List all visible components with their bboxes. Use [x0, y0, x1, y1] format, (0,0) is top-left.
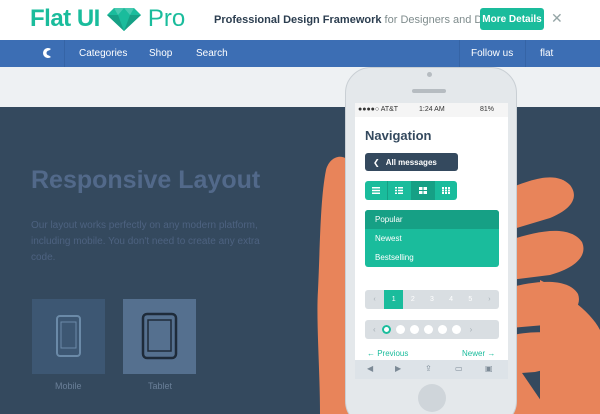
brand-logo-icon[interactable] — [40, 46, 54, 60]
nav-divider — [459, 40, 460, 67]
pagination-page-2[interactable]: 2 — [403, 290, 422, 309]
menu-item-popular[interactable]: Popular — [365, 210, 499, 229]
menu-item-newest[interactable]: Newest — [365, 229, 499, 248]
nav-follow-us[interactable]: Follow us — [471, 48, 513, 59]
top-banner: Flat UI Pro Professional Design Framewor… — [0, 0, 600, 40]
view-list-detail-button[interactable] — [388, 181, 412, 200]
nav-divider — [525, 40, 526, 67]
home-button[interactable] — [418, 384, 446, 412]
close-icon[interactable]: ✕ — [551, 10, 563, 27]
logo-flat-text: Flat UI — [30, 5, 100, 32]
battery-level: 81% — [480, 106, 495, 113]
pagination-prev[interactable]: ‹ — [365, 290, 384, 309]
pagination-next[interactable]: › — [480, 290, 499, 309]
navigation-heading: Navigation — [365, 128, 432, 143]
pagination: ‹ 1 2 3 4 5 › — [365, 290, 499, 309]
view-grid-small-button[interactable] — [435, 181, 457, 200]
nav-search[interactable]: Search — [196, 48, 228, 59]
status-time: 1:24 AM — [419, 106, 445, 113]
newer-link[interactable]: Newer → — [462, 349, 495, 358]
menu-item-bestselling[interactable]: Bestselling — [365, 248, 499, 267]
all-messages-button[interactable]: ❮ All messages — [365, 153, 458, 171]
pagination-page-3[interactable]: 3 — [422, 290, 441, 309]
nav-flat[interactable]: flat — [540, 48, 553, 59]
camera-dot — [427, 72, 432, 77]
nav-menu: Popular Newest Bestselling — [365, 210, 499, 267]
pagination-page-5[interactable]: 5 — [461, 290, 480, 309]
status-bar: ●●●●○ AT&T 1:24 AM 81% — [355, 103, 508, 117]
speaker-grille — [412, 89, 446, 93]
nav-shop[interactable]: Shop — [149, 48, 172, 59]
dot-page[interactable] — [423, 325, 433, 334]
nav-divider — [64, 40, 65, 67]
list-icon — [372, 187, 381, 194]
hero-description: Our layout works perfectly on any modern… — [31, 220, 260, 263]
diamond-icon — [106, 8, 141, 31]
carrier-signal: ●●●●○ AT&T — [358, 106, 399, 113]
pagination-page-1[interactable]: 1 — [384, 290, 404, 309]
list-detail-icon — [395, 187, 404, 194]
chevron-left-icon: ❮ — [373, 157, 380, 167]
dot-page[interactable] — [381, 325, 391, 334]
phone-screen: ●●●●○ AT&T 1:24 AM 81% Navigation ❮ All … — [355, 103, 508, 379]
device-label-tablet: Tablet — [148, 381, 173, 391]
grid-small-icon — [441, 187, 450, 194]
pagination-page-4[interactable]: 4 — [442, 290, 461, 309]
dot-page[interactable] — [409, 325, 419, 334]
top-navbar: Categories Shop Search Follow us flat — [0, 40, 600, 67]
all-messages-label: All messages — [385, 157, 437, 167]
more-details-button[interactable]: More Details — [480, 8, 544, 30]
flat-ui-pro-logo[interactable]: Flat UI Pro — [30, 5, 186, 32]
tablet-icon — [141, 312, 178, 360]
view-mode-segmented-control — [365, 181, 457, 200]
view-grid-large-button[interactable] — [411, 181, 435, 200]
dots-next-arrow[interactable]: › — [470, 325, 473, 334]
device-card-mobile[interactable] — [32, 299, 105, 374]
previous-link[interactable]: ← Previous — [367, 349, 408, 358]
grid-large-icon — [418, 187, 427, 194]
dot-page[interactable] — [451, 325, 461, 334]
view-list-button[interactable] — [365, 181, 389, 200]
dot-pagination: ‹ › — [365, 320, 499, 339]
bookmarks-icon[interactable]: ▭ — [455, 364, 463, 373]
smartphone-icon — [56, 315, 81, 357]
device-label-mobile: Mobile — [55, 381, 82, 391]
logo-pro-text: Pro — [147, 5, 186, 32]
tagline-bold: Professional Design Framework — [214, 14, 382, 26]
nav-categories[interactable]: Categories — [79, 48, 127, 59]
browser-toolbar: ◀ ▶ ⇪ ▭ ▣ — [355, 360, 508, 379]
forward-arrow-icon[interactable]: ▶ — [395, 364, 401, 373]
dot-page[interactable] — [437, 325, 447, 334]
share-icon[interactable]: ⇪ — [425, 364, 432, 373]
device-card-tablet[interactable] — [123, 299, 196, 374]
tabs-icon[interactable]: ▣ — [485, 364, 493, 373]
dot-page[interactable] — [395, 325, 405, 334]
page-title: Responsive Layout — [31, 166, 261, 194]
back-arrow-icon[interactable]: ◀ — [367, 364, 373, 373]
dots-prev-arrow[interactable]: ‹ — [373, 325, 376, 334]
